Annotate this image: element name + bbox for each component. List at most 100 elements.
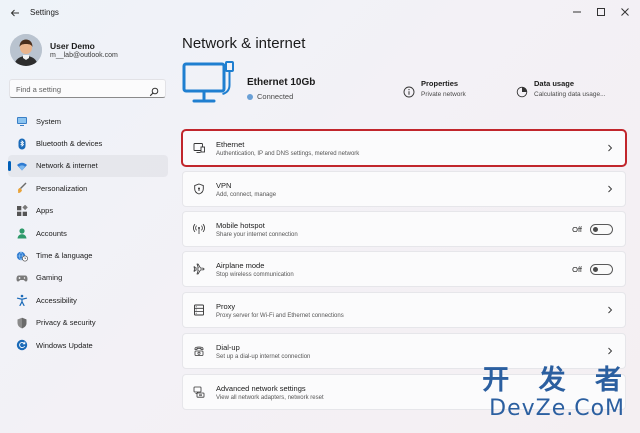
connection-name: Ethernet 10Gb (247, 77, 316, 88)
maximize-icon (597, 8, 605, 16)
proxy-card[interactable]: Proxy Proxy server for Wi-Fi and Etherne… (182, 292, 626, 328)
airplane-icon (192, 262, 206, 276)
sidebar-item-label: Windows Update (36, 340, 93, 350)
accessibility-icon (16, 294, 28, 307)
watermark-top: 开 发 者 (482, 365, 632, 396)
watermark: 开 发 者 DevZe.CoM (482, 366, 632, 422)
vpn-card[interactable]: VPN Add, connect, manage (182, 171, 626, 207)
sidebar-item-time-language[interactable]: Time & language (8, 244, 168, 266)
card-subtitle: Proxy server for Wi-Fi and Ethernet conn… (216, 312, 344, 319)
sidebar-item-accounts[interactable]: Accounts (8, 222, 168, 244)
monitor-icon (16, 115, 28, 127)
sidebar-item-label: Gaming (36, 273, 63, 283)
card-subtitle: Share your internet connection (216, 231, 298, 238)
hotspot-toggle[interactable] (590, 223, 613, 235)
vpn-shield-icon (192, 182, 206, 196)
card-title: Mobile hotspot (216, 220, 265, 230)
connection-status-label: Connected (257, 92, 294, 101)
card-subtitle: Stop wireless communication (216, 271, 294, 278)
info-icon (403, 85, 415, 98)
toggle-state-label: Off (572, 264, 582, 274)
search-icon[interactable] (149, 84, 159, 102)
card-subtitle: Set up a dial-up internet connection (216, 353, 311, 360)
card-subtitle: Authentication, IP and DNS settings, met… (216, 150, 360, 157)
shield-icon (16, 317, 28, 329)
close-icon (621, 8, 629, 16)
apps-icon (16, 204, 28, 217)
sidebar-item-label: Bluetooth & devices (36, 139, 103, 149)
sidebar-item-accessibility[interactable]: Accessibility (8, 289, 168, 311)
network-adapter-icon (192, 385, 206, 399)
card-title: VPN (216, 180, 232, 190)
airplane-mode-card[interactable]: Airplane mode Stop wireless communicatio… (182, 251, 626, 287)
window-title: Settings (30, 8, 59, 17)
sidebar-item-system[interactable]: System (8, 110, 168, 132)
minimize-button[interactable] (565, 4, 589, 20)
hotspot-toggle-wrap: Off (572, 223, 613, 235)
search-input[interactable] (16, 83, 146, 95)
back-arrow-icon[interactable] (8, 6, 22, 20)
sidebar-item-label: System (36, 116, 62, 126)
sidebar-item-personalization[interactable]: Personalization (8, 177, 168, 199)
airplane-toggle[interactable] (590, 263, 613, 275)
toggle-knob (593, 226, 598, 232)
chevron-right-icon (605, 184, 615, 194)
toggle-state-label: Off (572, 224, 582, 234)
card-title: Proxy (216, 301, 236, 311)
dial-up-card[interactable]: Dial-up Set up a dial-up internet connec… (182, 333, 626, 369)
brush-icon (16, 182, 28, 194)
ethernet-icon (192, 141, 206, 155)
mobile-hotspot-card[interactable]: Mobile hotspot Share your internet conne… (182, 211, 626, 247)
sidebar-item-windows-update[interactable]: Windows Update (8, 334, 168, 356)
user-name: User Demo (50, 41, 95, 51)
properties-title: Properties (421, 79, 459, 88)
ethernet-card[interactable]: Ethernet Authentication, IP and DNS sett… (181, 129, 627, 167)
sidebar-nav: System Bluetooth & devices Network & int… (8, 110, 168, 356)
sidebar-item-bluetooth[interactable]: Bluetooth & devices (8, 132, 168, 154)
wifi-icon (16, 160, 28, 172)
page-title: Network & internet (182, 35, 306, 52)
sidebar-item-privacy[interactable]: Privacy & security (8, 312, 168, 334)
sidebar-item-label: Accounts (36, 228, 67, 238)
ethernet-computer-icon (182, 60, 238, 108)
chevron-right-icon (605, 143, 615, 153)
data-usage-icon (516, 85, 528, 98)
properties-link[interactable]: Properties Private network (403, 79, 466, 98)
watermark-bottom: DevZe.CoM (489, 396, 626, 421)
person-icon (16, 227, 28, 239)
chevron-right-icon (605, 305, 615, 315)
avatar[interactable] (10, 34, 42, 66)
proxy-icon (192, 303, 206, 317)
properties-subtitle: Private network (421, 91, 466, 98)
sidebar-item-label: Privacy & security (36, 318, 96, 328)
close-button[interactable] (613, 4, 637, 20)
update-icon (16, 339, 28, 351)
sidebar-item-label: Time & language (36, 251, 93, 261)
sidebar-item-label: Network & internet (36, 161, 98, 171)
toggle-knob (593, 266, 598, 272)
sidebar-item-gaming[interactable]: Gaming (8, 267, 168, 289)
connection-status: Connected (247, 92, 293, 101)
search-box[interactable] (9, 79, 166, 98)
user-email: m__lab@outlook.com (50, 52, 118, 59)
dial-up-icon (192, 344, 206, 358)
card-title: Ethernet (216, 139, 245, 149)
data-usage-subtitle: Calculating data usage... (534, 91, 606, 98)
sidebar-item-apps[interactable]: Apps (8, 200, 168, 222)
sidebar-item-label: Personalization (36, 183, 88, 193)
minimize-icon (573, 11, 581, 13)
airplane-toggle-wrap: Off (572, 263, 613, 275)
sidebar-item-label: Accessibility (36, 295, 77, 305)
hotspot-icon (192, 222, 206, 236)
globe-clock-icon (16, 250, 28, 262)
status-dot-icon (247, 93, 253, 100)
maximize-button[interactable] (589, 4, 613, 20)
data-usage-link[interactable]: Data usage Calculating data usage... (516, 79, 606, 98)
gamepad-icon (16, 272, 28, 284)
sidebar-item-label: Apps (36, 206, 54, 216)
card-title: Airplane mode (216, 260, 265, 270)
data-usage-title: Data usage (534, 79, 575, 88)
card-title: Dial-up (216, 342, 240, 352)
sidebar-item-network[interactable]: Network & internet (8, 154, 168, 178)
bluetooth-icon (16, 138, 28, 150)
